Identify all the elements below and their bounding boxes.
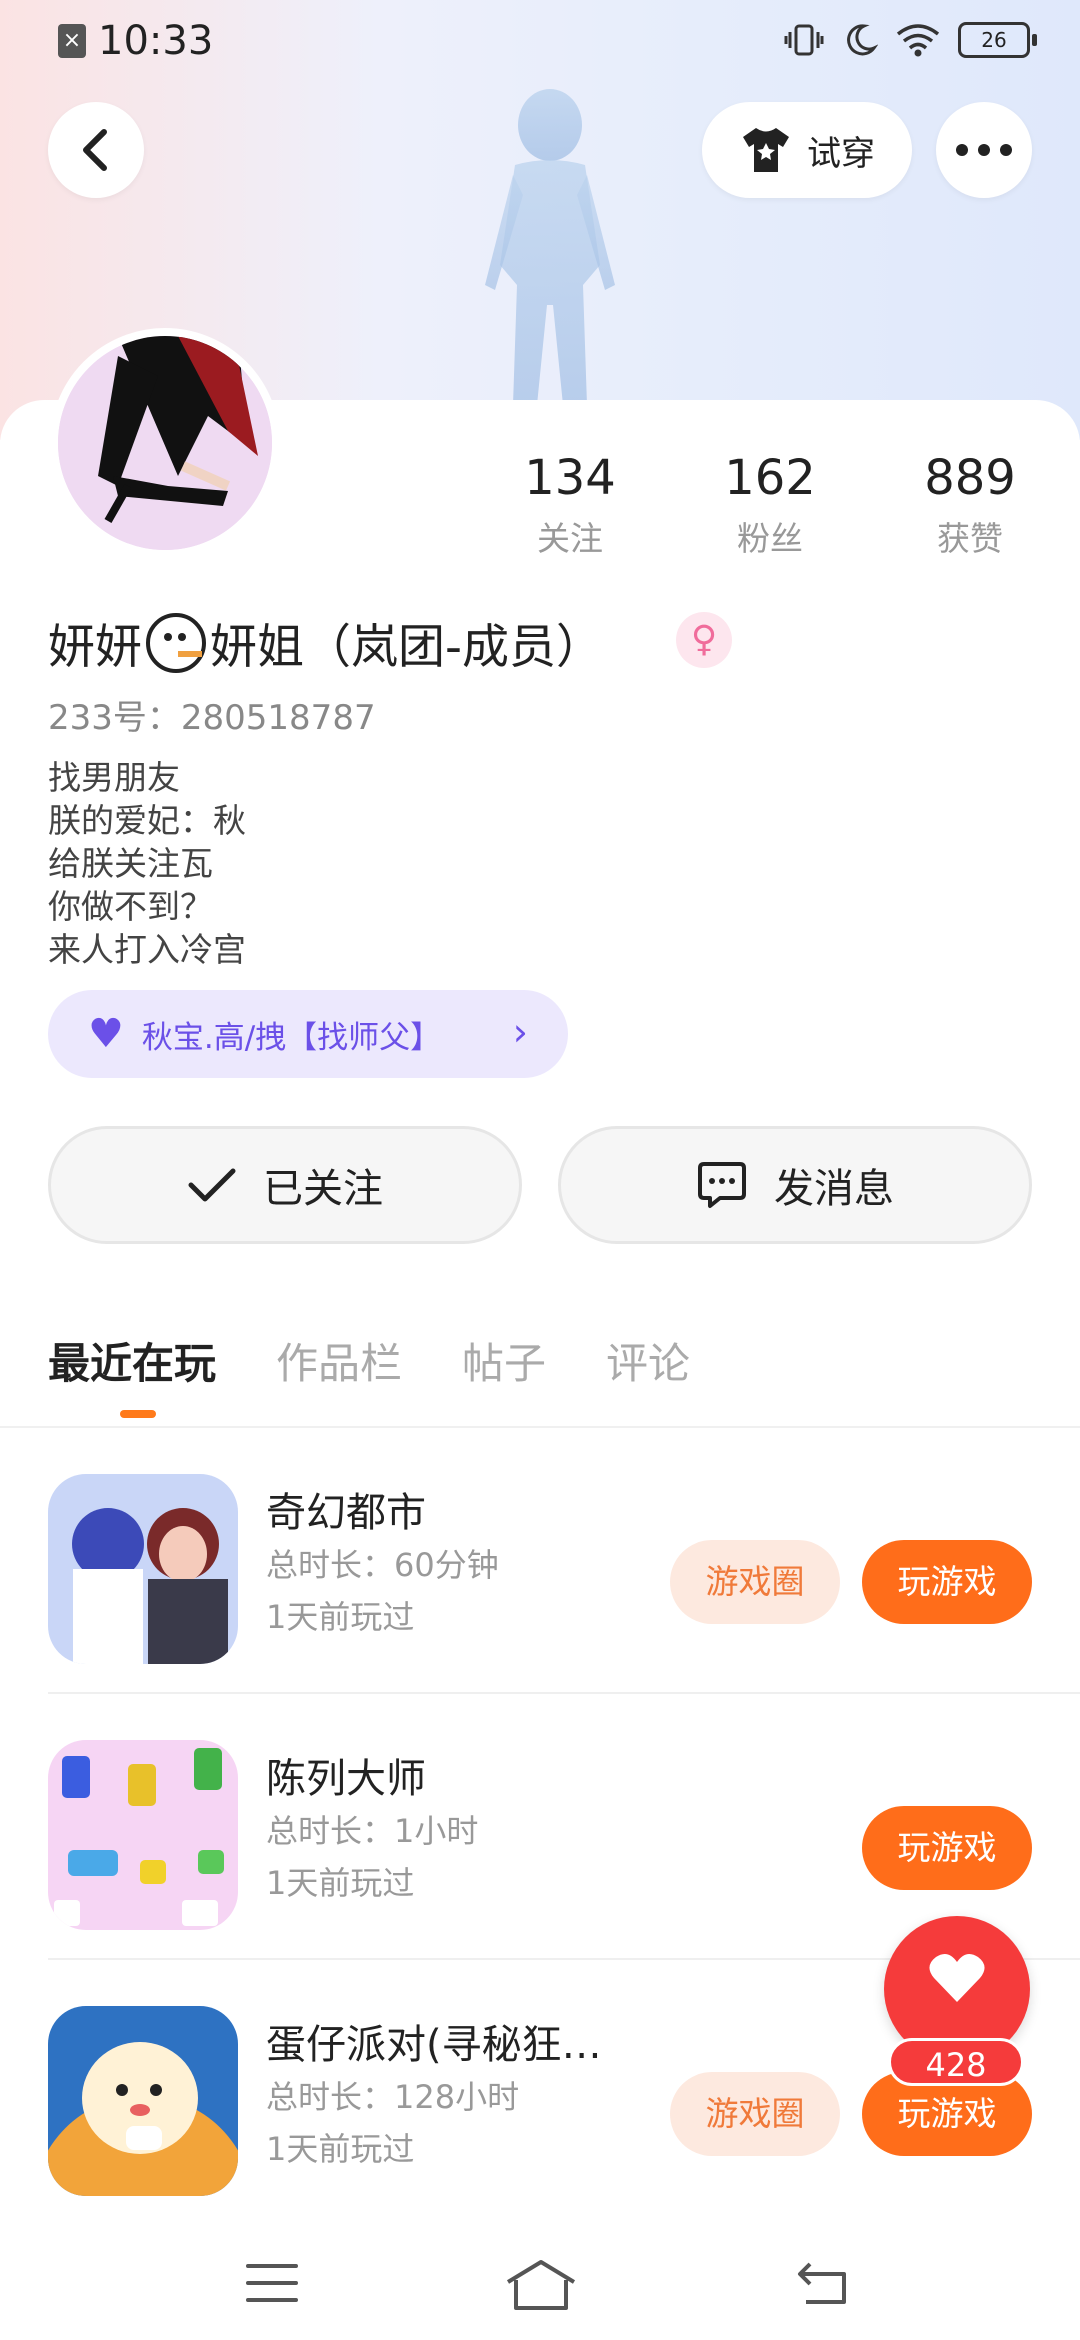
heart-icon: ♥: [88, 1011, 124, 1057]
tab-posts[interactable]: 帖子: [462, 1330, 546, 1391]
stat-label: 关注: [537, 519, 603, 558]
bio-line: 找男朋友: [48, 758, 180, 797]
user-id: 233号：280518787: [48, 698, 376, 738]
bio-line: 来人打入冷宫: [48, 930, 246, 969]
game-name: 陈列大师: [266, 1756, 426, 1802]
stat-value: 134: [524, 450, 616, 506]
status-bar: × 10:33 26: [0, 0, 1080, 84]
game-duration: 总时长：60分钟: [266, 1546, 499, 1584]
play-game-button[interactable]: 玩游戏: [862, 1540, 1032, 1624]
game-circle-button[interactable]: 游戏圈: [670, 2072, 840, 2156]
female-gender-icon: ♀: [676, 612, 732, 668]
nickname: 妍妍 妍姐（岚团-成员）: [48, 608, 603, 677]
followed-button[interactable]: 已关注: [48, 1126, 522, 1244]
nickname-part-1: 妍妍: [48, 620, 142, 675]
profile-stats: 134 关注 162 粉丝 889 获赞: [470, 448, 1070, 560]
battery-icon: 26: [958, 22, 1037, 58]
bio-line: 朕的爱妃：秋: [48, 801, 246, 840]
game-duration: 总时长：128小时: [266, 2078, 520, 2116]
stat-label: 获赞: [937, 519, 1003, 558]
stat-likes[interactable]: 889 获赞: [870, 448, 1070, 560]
nickname-part-2: 妍姐（岚团-成员）: [210, 620, 603, 675]
menu-icon[interactable]: [244, 2258, 300, 2308]
heart-icon: [929, 1953, 985, 2002]
stat-following[interactable]: 134 关注: [470, 448, 670, 560]
avatar-image: [58, 336, 272, 550]
tab-comments[interactable]: 评论: [606, 1330, 690, 1391]
stat-value: 162: [724, 450, 816, 506]
checkmark-icon: [188, 1168, 236, 1202]
try-on-button[interactable]: 试穿: [702, 102, 912, 198]
chevron-left-icon: [83, 129, 107, 171]
stat-value: 889: [924, 450, 1016, 506]
chevron-right-icon: ›: [512, 1010, 528, 1054]
game-icon-display-master: [48, 1740, 238, 1930]
game-last-played: 1天前玩过: [266, 1598, 415, 1636]
smoking-face-emoji-icon: [146, 612, 206, 673]
3d-avatar-figure: [485, 89, 615, 405]
followed-label: 已关注: [263, 1166, 383, 1212]
game-circle-button[interactable]: 游戏圈: [670, 1540, 840, 1624]
game-list-item[interactable]: 奇幻都市 总时长：60分钟 1天前玩过 游戏圈 玩游戏: [48, 1428, 1080, 1694]
stat-followers[interactable]: 162 粉丝: [670, 448, 870, 560]
stat-label: 粉丝: [737, 519, 803, 558]
status-time: 10:33: [98, 18, 214, 64]
home-icon[interactable]: [504, 2258, 578, 2312]
bio-line: 你做不到？: [48, 887, 213, 926]
profile-tabs: 最近在玩 作品栏 帖子 评论: [48, 1330, 690, 1418]
user-bio: 找男朋友 朕的爱妃：秋 给朕关注瓦 你做不到？ 来人打入冷宫: [48, 756, 246, 971]
shirt-icon: [743, 128, 789, 172]
game-list-item[interactable]: 陈列大师 总时长：1小时 1天前玩过 玩游戏: [48, 1694, 1080, 1960]
play-game-button[interactable]: 玩游戏: [862, 1806, 1032, 1890]
try-on-label: 试穿: [807, 133, 875, 174]
like-count-badge: 428: [888, 2038, 1024, 2086]
tab-recently-played[interactable]: 最近在玩: [48, 1330, 216, 1418]
game-icon-fantasy-city: [48, 1474, 238, 1664]
game-duration: 总时长：1小时: [266, 1812, 479, 1850]
user-avatar[interactable]: [50, 328, 280, 558]
bio-line: 给朕关注瓦: [48, 844, 213, 883]
back-nav-icon[interactable]: [794, 2258, 852, 2308]
send-message-label: 发消息: [774, 1166, 894, 1212]
game-last-played: 1天前玩过: [266, 2130, 415, 2168]
tab-works[interactable]: 作品栏: [276, 1330, 402, 1391]
game-last-played: 1天前玩过: [266, 1864, 415, 1902]
relationship-tag[interactable]: ♥ 秋宝.高/拽【找师父】 ›: [48, 990, 568, 1078]
relationship-label: 秋宝.高/拽【找师父】: [141, 1019, 442, 1056]
game-name: 蛋仔派对(寻秘狂…: [266, 2022, 602, 2068]
wifi-icon: [896, 24, 940, 57]
more-button[interactable]: [936, 102, 1032, 198]
game-icon-eggy-party: [48, 2006, 238, 2196]
vibrate-icon: [784, 24, 824, 56]
send-message-button[interactable]: 发消息: [558, 1126, 1032, 1244]
more-dots-icon: [956, 144, 1012, 156]
moon-icon: [847, 24, 878, 56]
game-name: 奇幻都市: [266, 1490, 426, 1536]
back-button[interactable]: [48, 102, 144, 198]
system-navigation-bar: [0, 2228, 1080, 2340]
chat-bubble-icon: [698, 1162, 746, 1208]
notification-icon: ×: [58, 24, 86, 58]
